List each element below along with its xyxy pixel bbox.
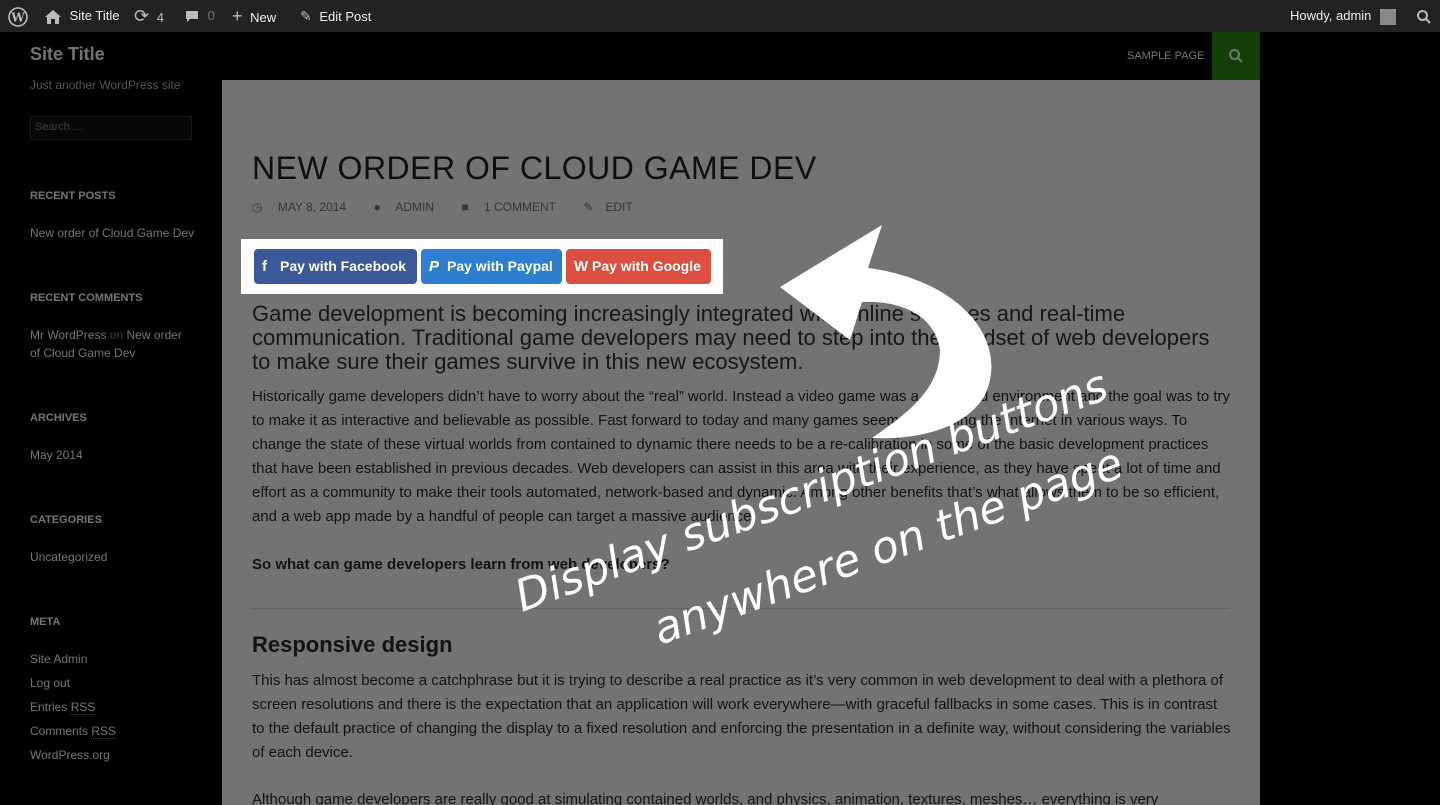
comments-link[interactable]: 0 bbox=[184, 0, 215, 32]
post-paragraph: Although game developers are really good… bbox=[252, 791, 1159, 805]
post-comments-link[interactable]: ■ 1 COMMENT bbox=[461, 200, 568, 214]
post-paragraph: Historically game developers didn’t have… bbox=[252, 388, 1231, 525]
new-label: New bbox=[250, 10, 277, 25]
google-wallet-icon: W bbox=[574, 258, 589, 275]
top-navigation bbox=[222, 32, 1260, 80]
divider bbox=[252, 608, 1230, 609]
comment-author-link[interactable]: Mr WordPress bbox=[30, 328, 106, 342]
meta-site-admin-link[interactable]: Site Admin bbox=[30, 650, 87, 668]
payment-buttons-panel: f Pay with Facebook P Pay with Paypal W … bbox=[241, 239, 723, 294]
post-author-link[interactable]: ● ADMIN bbox=[373, 200, 446, 214]
categories-title: CATEGORIES bbox=[30, 514, 102, 526]
google-label: Pay with Google bbox=[592, 258, 701, 274]
admin-bar: W Site Title ⟳ 4 0 + New ✎ Edit Post How… bbox=[0, 0, 1440, 32]
comment-bubble-icon bbox=[184, 8, 200, 23]
recent-posts-title: RECENT POSTS bbox=[30, 190, 116, 202]
paypal-icon: P bbox=[429, 258, 440, 275]
post-paragraph: This has almost become a catchphrase but… bbox=[252, 672, 1231, 761]
meta-comments-rss-link[interactable]: Comments RSS bbox=[30, 722, 117, 740]
post-author: ADMIN bbox=[395, 200, 435, 214]
post-date-link[interactable]: ◷ MAY 8, 2014 bbox=[252, 200, 358, 214]
site-title[interactable]: Site Title bbox=[30, 44, 105, 65]
comment-post-link[interactable]: New order bbox=[127, 328, 182, 342]
category-link[interactable]: Uncategorized bbox=[30, 548, 107, 566]
user-icon: ● bbox=[373, 200, 381, 214]
search-input[interactable]: Search … bbox=[30, 116, 192, 140]
edit-post-label: Edit Post bbox=[319, 9, 372, 24]
post-edit: EDIT bbox=[605, 200, 633, 214]
recent-post-link[interactable]: New order of Cloud Game Dev bbox=[30, 224, 194, 242]
meta-title: META bbox=[30, 616, 61, 628]
recent-comments-title: RECENT COMMENTS bbox=[30, 292, 143, 304]
meta-wporg-link[interactable]: WordPress.org bbox=[30, 746, 110, 764]
comment-icon: ■ bbox=[461, 200, 469, 214]
post-lead: Game development is becoming increasingl… bbox=[252, 301, 1210, 374]
entry-meta: ◷ MAY 8, 2014 ● ADMIN ■ 1 COMMENT ✎ EDIT bbox=[252, 200, 657, 214]
post-edit-link[interactable]: ✎ EDIT bbox=[583, 200, 644, 214]
clock-icon: ◷ bbox=[252, 200, 263, 214]
new-content-link[interactable]: + New bbox=[232, 0, 276, 32]
wordpress-logo-icon[interactable]: W bbox=[8, 0, 28, 32]
home-icon bbox=[44, 8, 62, 24]
meta-entries-rss-link[interactable]: Entries RSS bbox=[30, 698, 96, 716]
facebook-label: Pay with Facebook bbox=[280, 258, 407, 274]
rss-abbr: RSS bbox=[91, 724, 117, 739]
facebook-icon: f bbox=[262, 258, 267, 275]
paypal-label: Pay with Paypal bbox=[447, 258, 553, 274]
comment-post-link-cont[interactable]: of Cloud Game Dev bbox=[30, 346, 135, 360]
admin-search-icon[interactable] bbox=[1416, 0, 1432, 32]
nav-search-button[interactable] bbox=[1212, 32, 1260, 80]
admin-site-title: Site Title bbox=[69, 8, 120, 23]
updates-count: 4 bbox=[156, 10, 164, 25]
avatar bbox=[1380, 8, 1397, 25]
meta-logout-link[interactable]: Log out bbox=[30, 674, 70, 692]
comments-label: Comments bbox=[30, 724, 89, 738]
rss-abbr: RSS bbox=[70, 700, 96, 715]
post-bold-line: So what can game developers learn from w… bbox=[252, 556, 670, 573]
pencil-icon: ✎ bbox=[300, 8, 312, 24]
section-heading: Responsive design bbox=[252, 632, 453, 657]
pencil-icon: ✎ bbox=[583, 200, 594, 214]
post-title: NEW ORDER OF CLOUD GAME DEV bbox=[252, 150, 817, 186]
pay-with-facebook-button[interactable]: f Pay with Facebook bbox=[254, 249, 417, 284]
site-description: Just another WordPress site bbox=[30, 78, 181, 92]
comment-on-label: on bbox=[109, 328, 124, 342]
howdy-label: Howdy, admin bbox=[1290, 8, 1372, 23]
comments-count: 0 bbox=[207, 8, 215, 23]
plus-icon: + bbox=[232, 6, 243, 26]
edit-post-link[interactable]: ✎ Edit Post bbox=[300, 0, 371, 32]
nav-sample-page[interactable]: SAMPLE PAGE bbox=[1127, 32, 1204, 80]
recent-comment-item: Mr WordPress on New order of Cloud Game … bbox=[30, 326, 200, 362]
pay-with-paypal-button[interactable]: P Pay with Paypal bbox=[421, 249, 562, 284]
pay-with-google-button[interactable]: W Pay with Google bbox=[566, 249, 711, 284]
site-title-link[interactable]: Site Title bbox=[44, 0, 119, 32]
my-account-link[interactable]: Howdy, admin bbox=[1290, 0, 1397, 32]
refresh-icon: ⟳ bbox=[134, 6, 150, 26]
archives-title: ARCHIVES bbox=[30, 412, 87, 424]
updates-link[interactable]: ⟳ 4 bbox=[134, 0, 164, 32]
svg-text:W: W bbox=[10, 10, 25, 24]
post-comments: 1 COMMENT bbox=[483, 200, 556, 214]
archive-link[interactable]: May 2014 bbox=[30, 446, 83, 464]
post-date: MAY 8, 2014 bbox=[277, 200, 347, 214]
entries-label: Entries bbox=[30, 700, 68, 714]
